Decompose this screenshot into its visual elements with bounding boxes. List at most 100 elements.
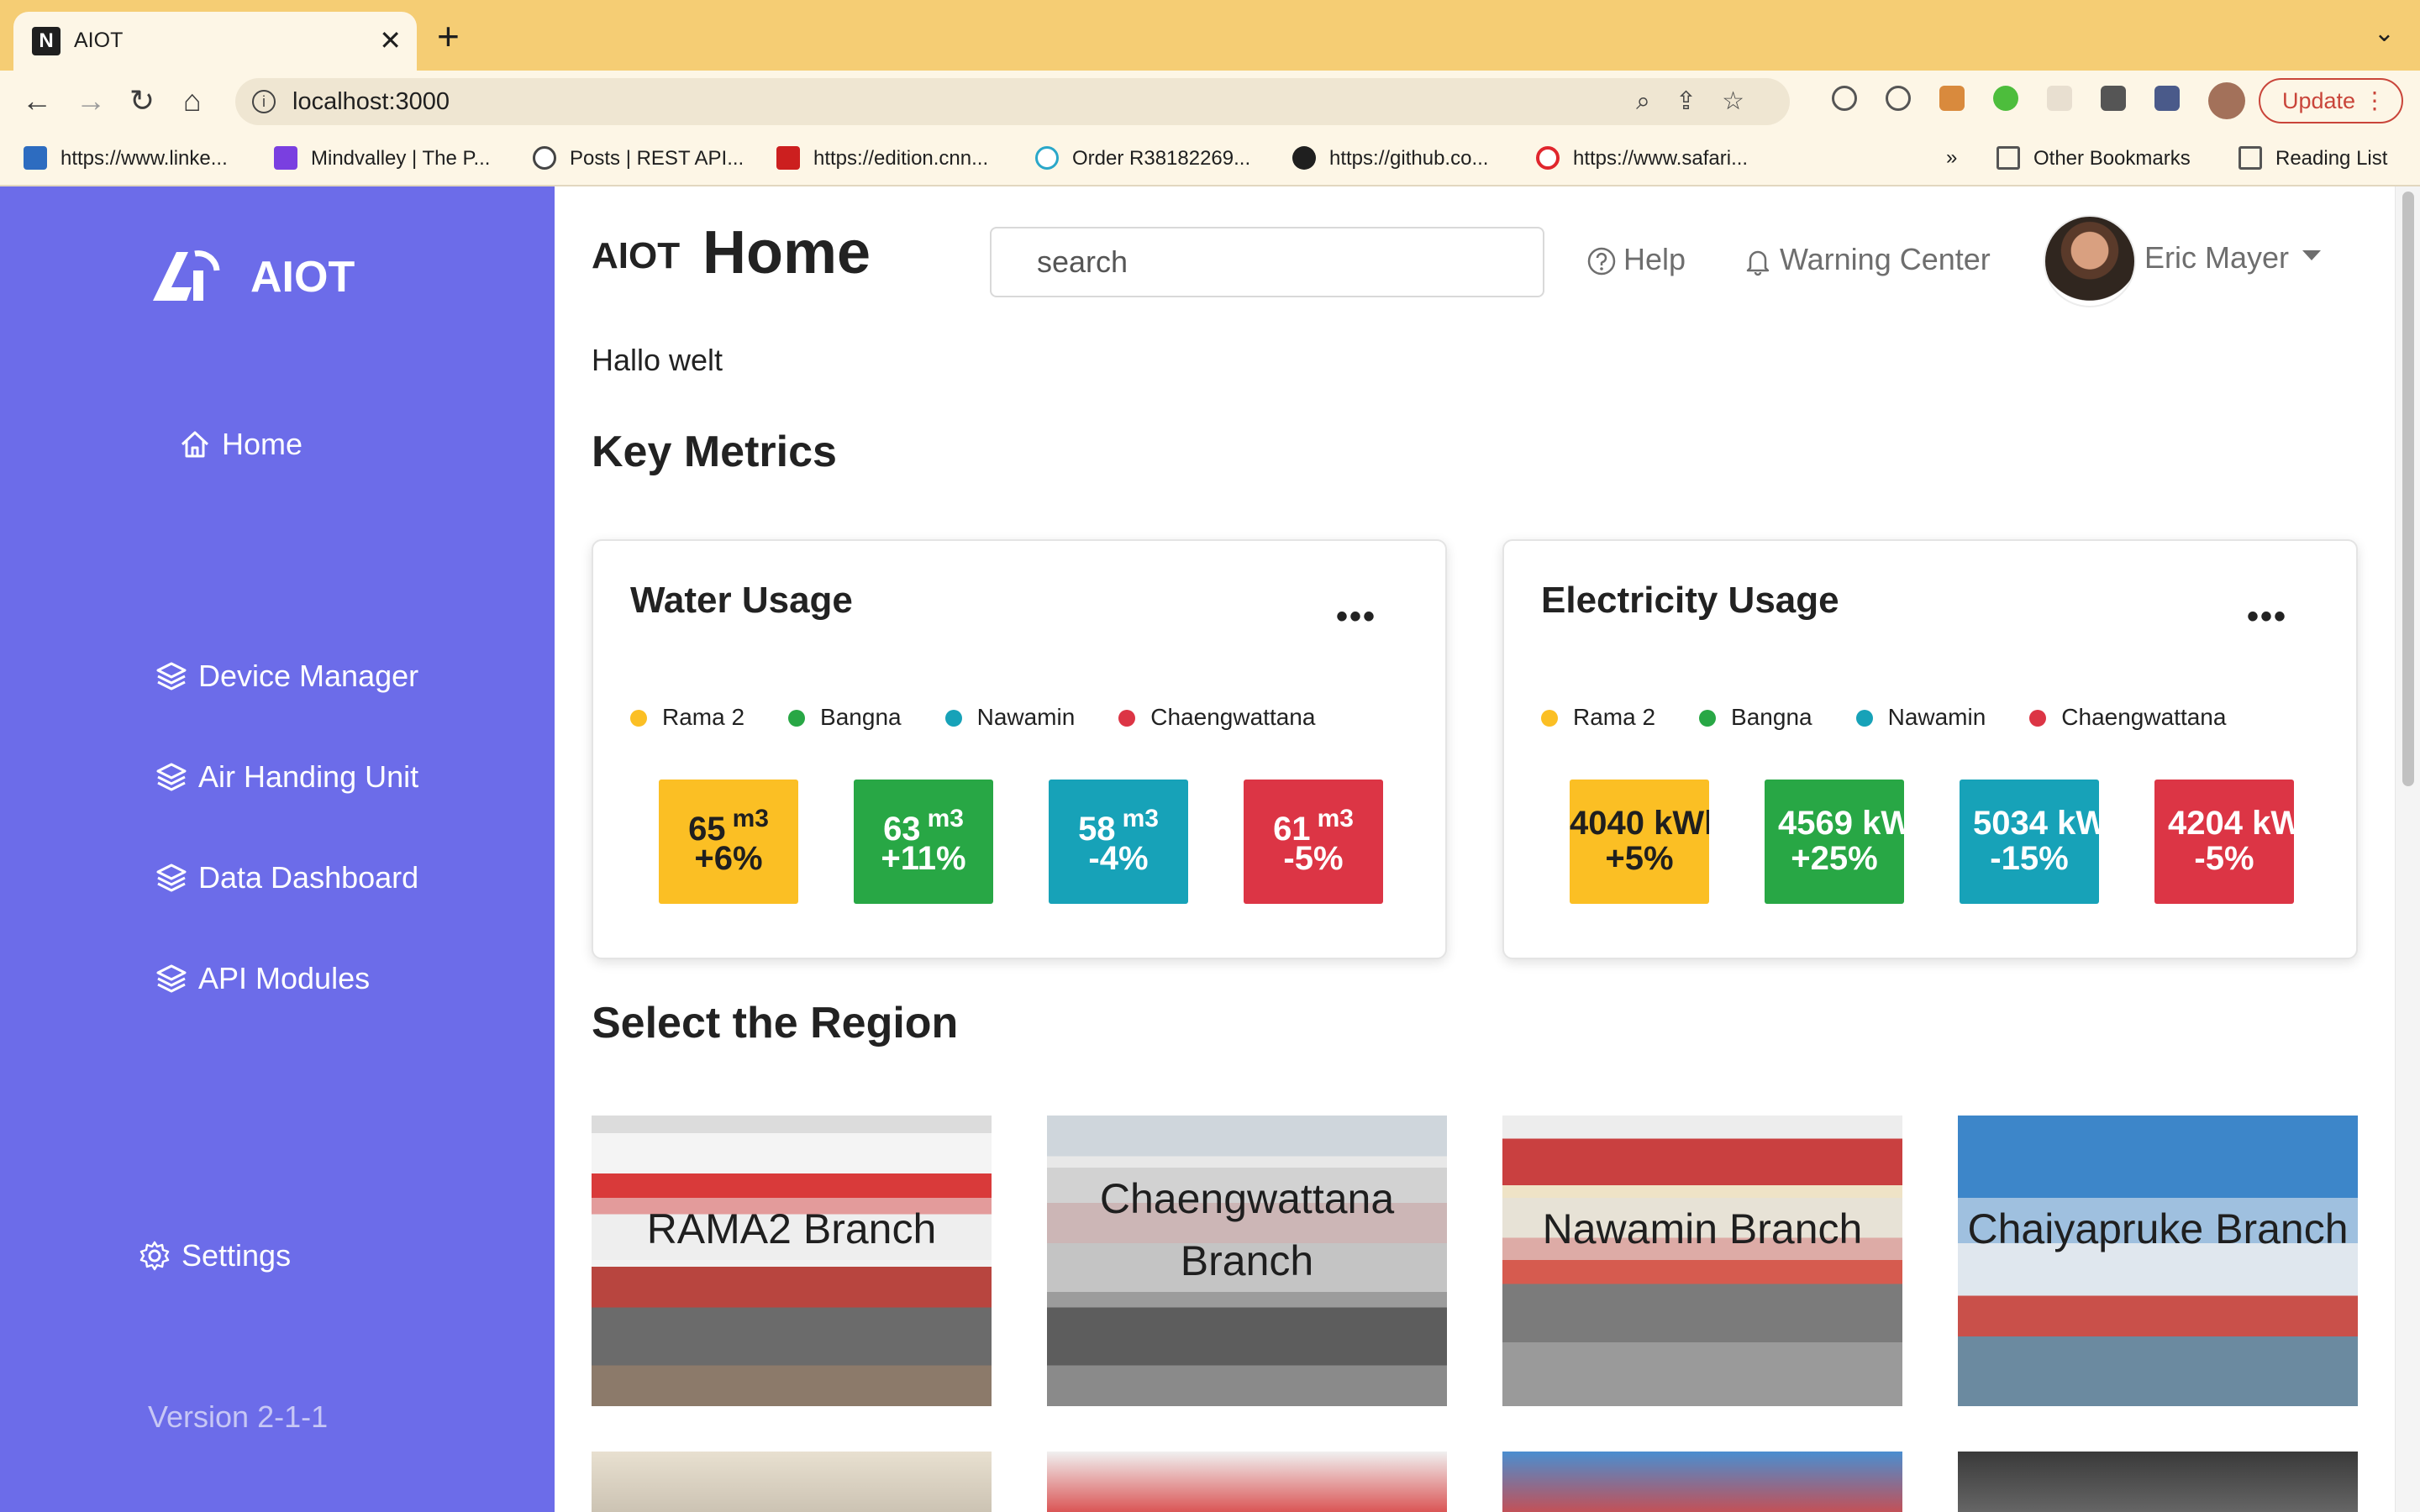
warning-center-link[interactable]: Warning Center: [1743, 242, 1991, 277]
sidebar-item-device-manager[interactable]: Device Manager: [155, 659, 418, 694]
metric-tile-chaengwattana[interactable]: 61 m3 -5%: [1244, 780, 1383, 904]
more-vert-icon: ⋮: [2363, 87, 2386, 113]
extension-icon[interactable]: [1886, 86, 1911, 111]
update-button[interactable]: Update ⋮: [2259, 78, 2403, 123]
metric-value: 4204 kW: [2168, 805, 2294, 842]
avatar[interactable]: [2044, 215, 2136, 307]
more-horizontal-icon[interactable]: •••: [1336, 598, 1376, 636]
bookmarks-overflow[interactable]: »: [1946, 146, 1957, 170]
reading-list[interactable]: Reading List: [2238, 146, 2387, 171]
zoom-icon[interactable]: ⌕: [1636, 87, 1676, 115]
metric-tile-nawamin[interactable]: 58 m3 -4%: [1049, 780, 1188, 904]
help-link[interactable]: Help: [1586, 242, 1686, 277]
app-sidebar: AIOT Home Device Manager Air Handing Uni…: [0, 186, 555, 1512]
extension-icon[interactable]: [2047, 86, 2072, 111]
sidebar-item-api-modules[interactable]: API Modules: [155, 961, 370, 996]
bookmark-item[interactable]: https://www.linke...: [24, 146, 228, 171]
metric-tile-bangna[interactable]: 63 m3 +11%: [854, 780, 993, 904]
region-label: Chaengwattana Branch: [1047, 1168, 1447, 1292]
legend-label: Rama 2: [1573, 704, 1656, 730]
home-browser-icon[interactable]: ⌂: [183, 82, 202, 119]
bookmark-star-icon[interactable]: ☆: [1722, 87, 1770, 115]
github-icon: [1292, 146, 1316, 170]
tab-search-chevron-icon[interactable]: ⌄: [2374, 18, 2395, 48]
region-card-chaiyapruke[interactable]: Chaiyapruke Branch: [1958, 1116, 2358, 1406]
metric-change: +6%: [694, 840, 763, 877]
metric-value: 4569 kW: [1778, 805, 1904, 842]
extension-icon[interactable]: [1939, 86, 1965, 111]
puzzle-icon[interactable]: [2101, 86, 2126, 111]
sidebar-item-settings[interactable]: Settings: [138, 1238, 291, 1273]
new-tab-icon[interactable]: +: [437, 17, 460, 55]
scrollbar-thumb[interactable]: [2402, 192, 2414, 786]
flask-icon[interactable]: [2154, 86, 2180, 111]
metric-value: 4040 kWh: [1570, 805, 1709, 842]
site-info-icon[interactable]: i: [252, 90, 276, 113]
bookmark-item[interactable]: https://edition.cnn...: [776, 146, 988, 171]
bookmark-item[interactable]: Order R38182269...: [1035, 146, 1250, 171]
bookmark-label: https://www.safari...: [1573, 147, 1749, 170]
sidebar-item-home[interactable]: Home: [178, 427, 302, 462]
region-card-partial[interactable]: [1958, 1452, 2358, 1512]
metric-change: -4%: [1088, 840, 1149, 877]
sidebar-item-label: API Modules: [198, 961, 371, 995]
caret-down-icon[interactable]: [2302, 250, 2321, 260]
metric-value: 5034 kW: [1973, 805, 2099, 842]
metric-unit: m3: [927, 805, 964, 832]
metric-unit: m3: [1317, 805, 1354, 832]
address-bar[interactable]: i localhost:3000 ⌕⇪☆: [235, 78, 1790, 125]
region-card-partial[interactable]: [1502, 1452, 1902, 1512]
back-arrow-icon[interactable]: ←: [22, 82, 52, 119]
help-label: Help: [1623, 242, 1686, 276]
reading-list-icon: [2238, 146, 2262, 170]
help-icon: [1587, 247, 1616, 276]
mindvalley-icon: [274, 146, 297, 170]
metric-tile-nawamin[interactable]: 5034 kW -15%: [1960, 780, 2099, 904]
legend-dot: [1541, 710, 1558, 727]
extension-icon[interactable]: [1832, 86, 1857, 111]
bookmark-item[interactable]: Mindvalley | The P...: [274, 146, 490, 171]
region-card-nawamin[interactable]: Nawamin Branch: [1502, 1116, 1902, 1406]
metric-tile-rama2[interactable]: 65 m3 +6%: [659, 780, 798, 904]
tab-title: AIOT: [74, 29, 124, 52]
search-input[interactable]: search: [990, 227, 1544, 297]
other-bookmarks[interactable]: Other Bookmarks: [1996, 146, 2191, 171]
legend-item: Bangna: [1699, 704, 1812, 731]
folder-icon: [1996, 146, 2020, 170]
share-icon[interactable]: ⇪: [1676, 87, 1722, 115]
bookmark-item[interactable]: https://github.co...: [1292, 146, 1488, 171]
sidebar-item-data-dashboard[interactable]: Data Dashboard: [155, 860, 418, 895]
region-card-partial[interactable]: [1047, 1452, 1447, 1512]
legend-label: Bangna: [1731, 704, 1812, 730]
browser-tabstrip: N AIOT ✕ + ⌄: [0, 0, 2420, 71]
forward-arrow-icon[interactable]: →: [76, 82, 106, 119]
region-card-chaengwattana[interactable]: Chaengwattana Branch: [1047, 1116, 1447, 1406]
region-label: RAMA2 Branch: [592, 1198, 992, 1260]
sidebar-item-air-handing-unit[interactable]: Air Handing Unit: [155, 759, 418, 795]
metric-tile-chaengwattana[interactable]: 4204 kW -5%: [2154, 780, 2294, 904]
tab-favicon-icon: N: [32, 27, 60, 55]
electricity-usage-card: Electricity Usage ••• Rama 2 Bangna Nawami…: [1502, 539, 2358, 959]
user-name[interactable]: Eric Mayer: [2144, 240, 2289, 276]
close-tab-icon[interactable]: ✕: [379, 24, 402, 57]
metric-change: +5%: [1605, 840, 1674, 877]
metric-tile-bangna[interactable]: 4569 kW +25%: [1765, 780, 1904, 904]
reload-icon[interactable]: ↻: [129, 82, 155, 119]
bookmark-item[interactable]: Posts | REST API...: [533, 146, 744, 171]
bookmark-item[interactable]: https://www.safari...: [1536, 146, 1748, 171]
bookmark-label: Order R38182269...: [1072, 147, 1251, 170]
region-card-rama2[interactable]: RAMA2 Branch: [592, 1116, 992, 1406]
bookmarks-bar: https://www.linke... Mindvalley | The P.…: [0, 131, 2420, 186]
sidebar-item-label: Device Manager: [198, 659, 419, 693]
more-horizontal-icon[interactable]: •••: [2247, 598, 2287, 636]
legend-label: Nawamin: [1887, 704, 1986, 730]
metric-unit: m3: [1122, 805, 1159, 832]
page-scrollbar[interactable]: [2395, 186, 2420, 1512]
browser-tab[interactable]: N AIOT ✕: [13, 12, 417, 71]
metric-tile-rama2[interactable]: 4040 kWh +5%: [1570, 780, 1709, 904]
region-card-partial[interactable]: [592, 1452, 992, 1512]
extensions-area: [1832, 86, 2208, 118]
browser-profile-avatar[interactable]: [2208, 82, 2245, 119]
extension-icon[interactable]: [1993, 86, 2018, 111]
linkedin-icon: [24, 146, 47, 170]
